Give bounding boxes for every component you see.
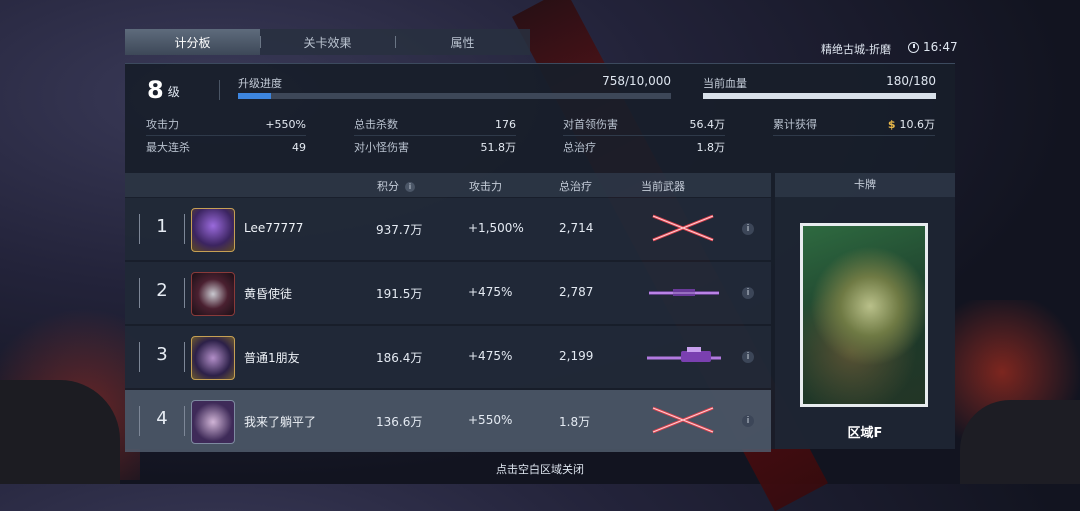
info-icon[interactable]: i <box>742 223 754 235</box>
stat-label: 攻击力 <box>146 118 179 131</box>
stat-label: 对小怪伤害 <box>354 141 409 154</box>
clock: 16:47 <box>908 40 958 54</box>
stat-minion-damage: 对小怪伤害 51.8万 <box>354 136 516 158</box>
purple-rifle-icon <box>649 289 719 296</box>
close-hint[interactable]: 点击空白区域关闭 <box>0 461 1080 477</box>
twin-red-blades-icon <box>652 214 714 242</box>
stat-total-heal: 总治疗 1.8万 <box>563 136 725 158</box>
info-icon[interactable]: i <box>405 182 415 192</box>
avatar[interactable] <box>191 400 235 444</box>
rank-number: 2 <box>156 280 168 301</box>
stat-label: 最大连杀 <box>146 141 190 154</box>
level-display: 8 级 <box>147 78 180 102</box>
stat-value: 56.4万 <box>689 118 726 131</box>
stat-attack: 攻击力 +550% <box>146 113 306 136</box>
avatar[interactable] <box>191 336 235 380</box>
header-attack: 攻击力 <box>469 180 502 193</box>
tab-attributes[interactable]: 属性 <box>395 29 530 55</box>
table-row[interactable]: 2 黄昏使徒 191.5万 +475% 2,787 i <box>125 262 771 324</box>
hp-value: 180/180 <box>886 74 936 88</box>
xp-value: 758/10,000 <box>602 74 671 88</box>
player-heal: 2,199 <box>559 349 594 363</box>
player-attack: +550% <box>468 413 513 427</box>
card-name: 区域F <box>847 426 883 441</box>
level-unit: 级 <box>167 85 180 99</box>
hp-label: 当前血量 <box>703 77 747 90</box>
card-section: 区域F <box>775 197 955 449</box>
divider <box>219 80 220 100</box>
player-attack: +1,500% <box>468 221 524 235</box>
table-row[interactable]: 1 Lee77777 937.7万 +1,500% 2,714 i <box>125 198 771 260</box>
hp-fill <box>703 93 936 99</box>
stat-value: 1.8万 <box>696 141 726 154</box>
rank-frame: 4 <box>139 406 185 436</box>
stat-value: 49 <box>292 140 306 154</box>
header-weapon: 当前武器 <box>641 180 685 193</box>
stat-value: 10.6万 <box>899 118 936 131</box>
rank-frame: 1 <box>139 214 185 244</box>
clock-time: 16:47 <box>923 40 958 54</box>
player-score: 191.5万 <box>376 287 423 301</box>
info-icon[interactable]: i <box>742 287 754 299</box>
rank-number: 3 <box>156 344 168 365</box>
card-header: 卡牌 <box>775 173 955 197</box>
xp-progress-fill <box>238 93 271 99</box>
player-score: 136.6万 <box>376 415 423 429</box>
player-attack: +475% <box>468 349 513 363</box>
scoreboard-panel: 8 级 升级进度 758/10,000 当前血量 180/180 攻击力 +55… <box>125 63 955 452</box>
table-row-self[interactable]: 4 我来了躺平了 136.6万 +550% 1.8万 i <box>125 390 771 452</box>
stat-total-kills: 总击杀数 176 <box>354 113 516 136</box>
rank-number: 4 <box>156 408 168 429</box>
player-heal: 2,787 <box>559 285 594 299</box>
twin-red-blades-icon <box>652 406 714 434</box>
player-heal: 1.8万 <box>559 415 591 429</box>
card-art <box>803 226 925 404</box>
tab-stage-effects[interactable]: 关卡效果 <box>260 29 395 55</box>
rank-number: 1 <box>156 216 168 237</box>
tab-bar: 计分板 关卡效果 属性 <box>125 29 530 55</box>
table-row[interactable]: 3 普通1朋友 186.4万 +475% 2,199 i <box>125 326 771 388</box>
xp-progress-bar <box>238 93 671 99</box>
tab-scoreboard[interactable]: 计分板 <box>125 29 260 55</box>
stat-value: +550% <box>265 117 306 131</box>
stat-label: 累计获得 <box>773 118 817 131</box>
stat-label: 总治疗 <box>563 141 596 154</box>
rank-frame: 2 <box>139 278 185 308</box>
player-name: 黄昏使徒 <box>244 287 293 301</box>
header-heal: 总治疗 <box>559 180 592 193</box>
location-label: 精绝古城-折磨 <box>821 43 891 56</box>
stat-value: 51.8万 <box>480 141 517 154</box>
card-image[interactable] <box>800 223 928 407</box>
stat-label: 对首领伤害 <box>563 118 618 131</box>
player-score: 186.4万 <box>376 351 423 365</box>
table-header: 积分 i 攻击力 总治疗 当前武器 <box>125 173 771 197</box>
purple-sniper-icon <box>647 347 721 362</box>
info-icon[interactable]: i <box>742 351 754 363</box>
player-name: Lee77777 <box>244 221 304 235</box>
player-score: 937.7万 <box>376 223 423 237</box>
player-attack: +475% <box>468 285 513 299</box>
player-name: 我来了躺平了 <box>244 415 317 429</box>
rank-frame: 3 <box>139 342 185 372</box>
stat-boss-damage: 对首领伤害 56.4万 <box>563 113 725 136</box>
level-number: 8 <box>147 76 164 104</box>
stat-value: 176 <box>495 117 516 131</box>
avatar[interactable] <box>191 272 235 316</box>
player-heal: 2,714 <box>559 221 594 235</box>
coin-icon: $ <box>887 118 896 131</box>
header-score: 积分 i <box>377 178 415 194</box>
avatar[interactable] <box>191 208 235 252</box>
info-icon[interactable]: i <box>742 415 754 427</box>
stat-label: 总击杀数 <box>354 118 398 131</box>
xp-label: 升级进度 <box>238 77 282 90</box>
player-name: 普通1朋友 <box>244 351 300 365</box>
stat-max-streak: 最大连杀 49 <box>146 136 306 158</box>
stat-value-wrap: $10.6万 <box>888 116 935 132</box>
stat-earned: 累计获得 $10.6万 <box>773 113 935 136</box>
clock-icon <box>908 41 919 53</box>
hp-bar <box>703 93 936 99</box>
